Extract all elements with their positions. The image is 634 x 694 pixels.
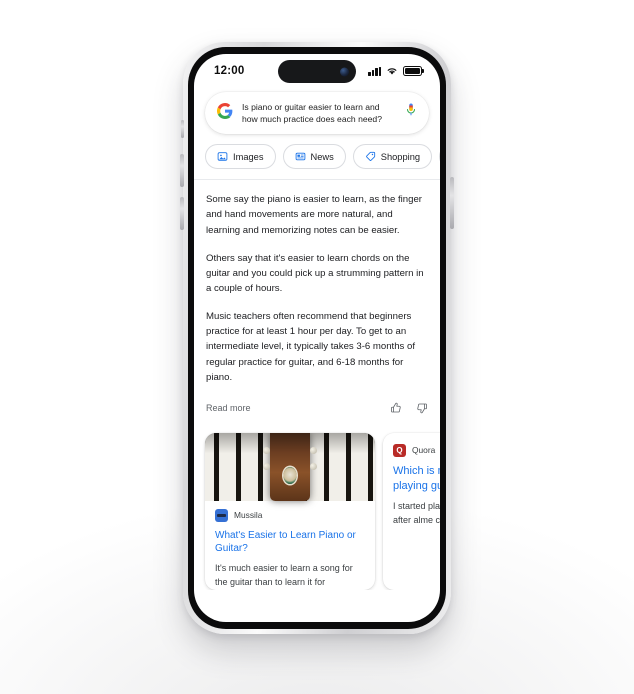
chip-news-label: News (310, 151, 334, 162)
volume-up-button[interactable] (180, 154, 184, 187)
card-snippet: I started playin instruments th now, aft… (393, 500, 440, 525)
card-snippet: It's much easier to learn a song for the… (215, 562, 353, 587)
search-bar[interactable]: Is piano or guitar easier to learn and h… (205, 92, 429, 135)
card-body: Q Quora Which is more playing piano play… (383, 433, 440, 528)
cellular-signal-icon (368, 66, 381, 76)
card-source-name: Mussila (234, 510, 263, 521)
source-card-carousel[interactable]: Mussila What's Easier to Learn Piano or … (194, 423, 440, 590)
volume-down-button[interactable] (180, 197, 184, 230)
search-query-text[interactable]: Is piano or guitar easier to learn and h… (242, 101, 396, 125)
microphone-icon[interactable] (405, 103, 417, 123)
card-thumbnail-image (205, 432, 375, 501)
answer-paragraph: Some say the piano is easier to learn, a… (206, 194, 422, 236)
read-more-link[interactable]: Read more (206, 403, 251, 413)
feedback-icons (390, 402, 428, 414)
card-body: Mussila What's Easier to Learn Piano or … (205, 501, 375, 590)
power-button[interactable] (450, 177, 454, 229)
status-indicators (368, 66, 422, 76)
card-source-name: Quora (412, 445, 436, 456)
chip-news[interactable]: News (282, 144, 346, 170)
guitar-tuner-shape (310, 462, 317, 470)
status-clock: 12:00 (214, 65, 245, 77)
chip-shopping-label: Shopping (380, 151, 421, 162)
answer-paragraph: Others say that it's easier to learn cho… (206, 252, 424, 294)
source-card-quora[interactable]: Q Quora Which is more playing piano play… (383, 432, 440, 590)
guitar-rosette-shape (283, 466, 297, 484)
battery-icon (403, 66, 422, 76)
chip-shopping[interactable]: Shopping (352, 144, 433, 170)
silent-switch[interactable] (181, 120, 184, 138)
card-title[interactable]: What's Easier to Learn Piano or Guitar? (215, 529, 365, 556)
source-card-mussila[interactable]: Mussila What's Easier to Learn Piano or … (205, 432, 375, 590)
google-logo-icon (217, 102, 233, 124)
filter-chip-row[interactable]: Images News Shopping (194, 134, 440, 179)
chip-video[interactable]: Video (439, 144, 440, 170)
news-icon (295, 153, 305, 161)
status-bar: 12:00 (194, 54, 440, 88)
phone-device: 12:00 Is piano or guitar easier to learn… (180, 42, 454, 634)
guitar-tuner-shape (263, 446, 270, 454)
chip-images-label: Images (233, 151, 264, 162)
phone-bezel: 12:00 Is piano or guitar easier to learn… (188, 47, 446, 629)
guitar-tuner-shape (310, 446, 317, 454)
answer-paragraph: Music teachers often recommend that begi… (206, 311, 416, 383)
card-source-row: Mussila (215, 508, 365, 522)
answer-feedback-row: Read more (194, 393, 440, 423)
images-icon (217, 152, 228, 162)
guitar-tuner-shape (263, 462, 270, 470)
thumbs-down-icon[interactable] (416, 402, 428, 414)
search-bar-container: Is piano or guitar easier to learn and h… (194, 88, 440, 135)
card-source-row: Q Quora (393, 443, 440, 457)
wifi-icon (387, 68, 397, 75)
ai-answer-block: Some say the piano is easier to learn, a… (194, 180, 440, 385)
front-camera-icon (340, 67, 349, 76)
thumbs-up-icon[interactable] (390, 402, 402, 414)
card-title[interactable]: Which is more playing piano playing guit… (393, 464, 440, 494)
quora-favicon: Q (393, 443, 406, 457)
dynamic-island (278, 60, 356, 83)
phone-screen: 12:00 Is piano or guitar easier to learn… (194, 54, 440, 622)
mussila-favicon (215, 508, 228, 522)
page-backdrop: 12:00 Is piano or guitar easier to learn… (0, 0, 634, 694)
shopping-tag-icon (365, 152, 375, 162)
chip-images[interactable]: Images (205, 144, 276, 170)
